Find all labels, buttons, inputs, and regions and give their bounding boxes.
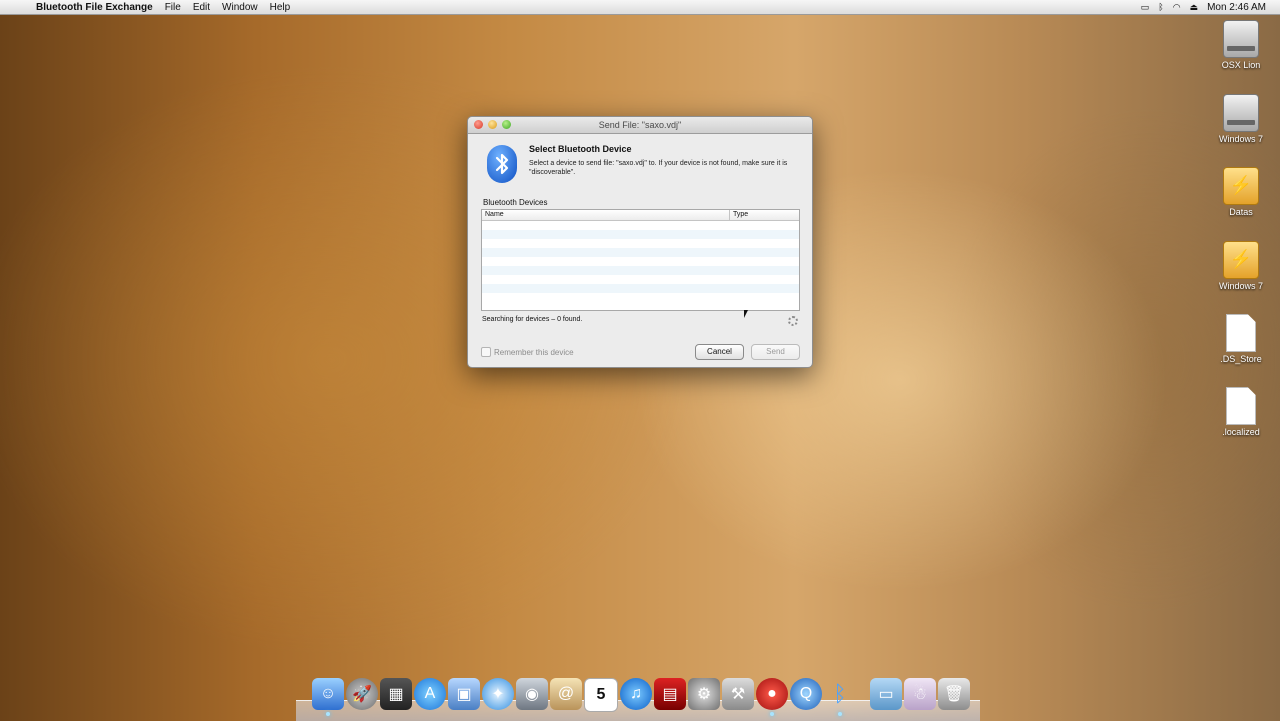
menu-window[interactable]: Window (222, 2, 258, 13)
usb-drive-icon: ⚡ (1223, 167, 1259, 205)
desktop-icon-ds-store[interactable]: .DS_Store (1206, 314, 1276, 364)
facetime-icon[interactable]: ◉ (516, 678, 548, 710)
desktop-icon-windows-7-usb[interactable]: ⚡ Windows 7 (1206, 241, 1276, 291)
automator-icon[interactable]: ⚒ (722, 678, 754, 710)
photo-booth-icon[interactable]: ▤ (654, 678, 686, 710)
desktop-icon-localized[interactable]: .localized (1206, 387, 1276, 437)
preview-icon[interactable]: ▣ (448, 678, 480, 710)
dialog-description: Select a device to send file: "saxo.vdj"… (529, 160, 788, 176)
desktop-icon-label: Windows 7 (1218, 281, 1263, 291)
remember-device-label: Remember this device (494, 347, 574, 357)
table-header: Name Type (482, 210, 799, 221)
dock: ☺ 🚀 ▦ A ▣ ✦ ◉ @ 5 ♫ ▤ ⚙ ⚒ ● Q ᛒ ▭ ☃ 🗑 (312, 678, 970, 716)
desktop-icon-label: OSX Lion (1221, 60, 1261, 70)
empty-row (482, 293, 799, 302)
mouse-pointer-icon (744, 310, 748, 318)
cancel-button[interactable]: Cancel (695, 344, 744, 360)
dialog-heading: Select Bluetooth Device (529, 144, 632, 154)
empty-row (482, 239, 799, 248)
hard-drive-icon (1223, 94, 1259, 132)
zoom-button[interactable] (502, 120, 511, 129)
menu-file[interactable]: File (165, 2, 181, 13)
send-button[interactable]: Send (751, 344, 800, 360)
empty-row (482, 248, 799, 257)
hard-drive-icon (1223, 20, 1259, 58)
itunes-icon[interactable]: ♫ (620, 678, 652, 710)
empty-row (482, 230, 799, 239)
devices-section-label: Bluetooth Devices (483, 198, 548, 207)
scrobbler-icon[interactable]: ● (756, 678, 788, 716)
checkbox-box[interactable] (481, 347, 491, 357)
empty-row (482, 221, 799, 230)
app-store-icon[interactable]: A (414, 678, 446, 710)
menu-app-name[interactable]: Bluetooth File Exchange (36, 2, 153, 13)
desktop-icon-datas[interactable]: ⚡ Datas (1206, 167, 1276, 217)
menu-help[interactable]: Help (270, 2, 291, 13)
menu-edit[interactable]: Edit (193, 2, 210, 13)
empty-row (482, 266, 799, 275)
desktop-icon-label: .localized (1222, 427, 1260, 437)
folder-icon[interactable]: ▭ (870, 678, 902, 710)
desktop-icon-windows-7-hd[interactable]: Windows 7 (1206, 94, 1276, 144)
system-preferences-icon[interactable]: ⚙ (688, 678, 720, 710)
mission-control-icon[interactable]: ▦ (380, 678, 412, 710)
dock-separator (858, 678, 868, 712)
column-header-name[interactable]: Name (482, 210, 730, 220)
document-icon (1226, 314, 1256, 352)
desktop-icon-label: Windows 7 (1218, 134, 1263, 144)
desktop-icon-label: Datas (1229, 207, 1253, 217)
close-button[interactable] (474, 120, 483, 129)
menu-clock[interactable]: Mon 2:46 AM (1207, 2, 1266, 13)
dialog-titlebar[interactable]: Send File: "saxo.vdj" (468, 117, 812, 134)
column-header-type[interactable]: Type (730, 210, 748, 220)
launchpad-icon[interactable]: 🚀 (346, 678, 378, 710)
progress-spinner-icon (788, 316, 798, 326)
quicktime-icon[interactable]: Q (790, 678, 822, 710)
dialog-title: Send File: "saxo.vdj" (598, 120, 682, 130)
safari-icon[interactable]: ✦ (482, 678, 514, 710)
send-file-dialog: Send File: "saxo.vdj" Select Bluetooth D… (467, 116, 813, 368)
empty-row (482, 257, 799, 266)
empty-row (482, 275, 799, 284)
menu-extras: ▭ ᛒ ◠ ⏏ Mon 2:46 AM (1141, 2, 1280, 13)
search-status: Searching for devices – 0 found. (482, 316, 583, 323)
desktop-icon-osx-lion[interactable]: OSX Lion (1206, 20, 1276, 70)
empty-row (482, 284, 799, 293)
window-controls (474, 120, 511, 129)
minimize-button[interactable] (488, 120, 497, 129)
finder-icon[interactable]: ☺ (312, 678, 344, 716)
eject-icon[interactable]: ⏏ (1190, 2, 1199, 13)
display-icon[interactable]: ▭ (1141, 2, 1150, 13)
usb-drive-icon: ⚡ (1223, 241, 1259, 279)
ical-icon[interactable]: 5 (584, 678, 618, 712)
remember-device-checkbox[interactable]: Remember this device (481, 347, 574, 357)
devices-table[interactable]: Name Type (481, 209, 800, 311)
bluetooth-status-icon[interactable]: ᛒ (1158, 2, 1163, 12)
wifi-icon[interactable]: ◠ (1173, 2, 1181, 13)
desktop-icon-label: .DS_Store (1220, 354, 1262, 364)
document-icon (1226, 387, 1256, 425)
trash-icon[interactable]: 🗑 (938, 678, 970, 710)
menu-bar: Bluetooth File Exchange File Edit Window… (0, 0, 1280, 15)
bluetooth-file-exchange-icon[interactable]: ᛒ (824, 678, 856, 716)
downloads-stack-icon[interactable]: ☃ (904, 678, 936, 710)
mail-icon[interactable]: @ (550, 678, 582, 710)
bluetooth-icon (487, 145, 517, 183)
